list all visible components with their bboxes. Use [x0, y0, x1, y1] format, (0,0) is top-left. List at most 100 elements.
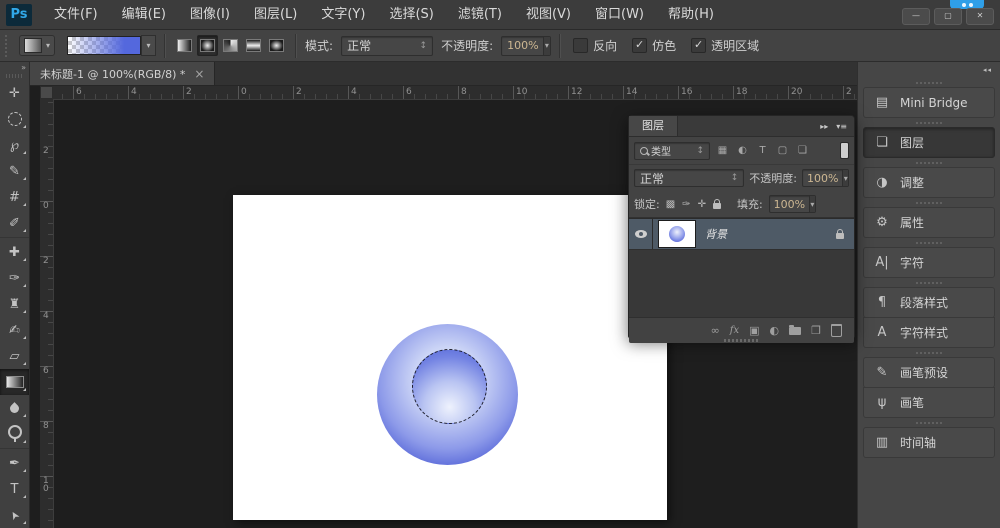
menu-image[interactable]: 图像(I): [178, 0, 242, 29]
menu-help[interactable]: 帮助(H): [656, 0, 726, 29]
vertical-ruler[interactable]: 2024681012: [40, 99, 54, 528]
gradient-type-reflected-button[interactable]: [243, 35, 264, 56]
lock-all-icon[interactable]: [712, 198, 721, 209]
new-group-icon[interactable]: [789, 324, 802, 335]
close-tab-icon[interactable]: ×: [194, 67, 204, 81]
menu-file[interactable]: 文件(F): [42, 0, 110, 29]
document-canvas[interactable]: [233, 195, 667, 520]
eyedropper-tool[interactable]: ✐: [0, 210, 29, 236]
dither-checkbox[interactable]: ✓: [632, 38, 648, 53]
close-button[interactable]: ✕: [966, 8, 994, 25]
dock-button-adjustments[interactable]: ◑ 调整: [863, 167, 995, 198]
layer-row[interactable]: 背景: [629, 219, 854, 250]
opacity-select[interactable]: 100% ▾: [501, 35, 552, 56]
drag-grip[interactable]: [863, 118, 995, 127]
gradient-type-linear-button[interactable]: [174, 35, 195, 56]
horizontal-ruler[interactable]: 6 4 2 0 2 4 6 8 10 12 14 16 18 20 2: [53, 86, 857, 100]
dock-collapse-icon[interactable]: ◂◂: [983, 66, 992, 74]
dock-button-layers[interactable]: ❏ 图层: [863, 127, 995, 158]
visibility-toggle[interactable]: [629, 219, 653, 249]
fill-select[interactable]: 100% ▾: [768, 195, 816, 213]
delete-layer-icon[interactable]: [831, 324, 842, 337]
healing-brush-tool[interactable]: ✚: [0, 239, 29, 265]
dock-button-timeline[interactable]: ▥ 时间轴: [863, 427, 995, 458]
filter-type-layers-icon[interactable]: T: [754, 143, 771, 159]
dock-button-character-styles[interactable]: A 字符样式: [863, 317, 995, 348]
move-tool[interactable]: ✛: [0, 80, 29, 106]
checkbox-reverse[interactable]: 反向: [573, 37, 617, 54]
options-bar-grip[interactable]: [5, 34, 11, 57]
drag-grip[interactable]: [863, 158, 995, 167]
elliptical-marquee-tool[interactable]: [0, 106, 29, 132]
filter-adjustment-layers-icon[interactable]: ◐: [734, 143, 751, 159]
path-selection-tool[interactable]: ➤: [0, 502, 29, 528]
gradient-picker-arrow-icon[interactable]: ▾: [141, 35, 157, 56]
panel-collapse-icon[interactable]: ▸▸: [820, 122, 828, 131]
menu-window[interactable]: 窗口(W): [583, 0, 656, 29]
checkbox-dither[interactable]: ✓ 仿色: [632, 37, 676, 54]
dock-button-brush[interactable]: ψ 画笔: [863, 387, 995, 418]
drag-grip[interactable]: [863, 418, 995, 427]
filter-toggle-switch[interactable]: [840, 142, 849, 159]
reverse-checkbox[interactable]: [573, 38, 589, 53]
menu-edit[interactable]: 编辑(E): [110, 0, 178, 29]
link-layers-icon[interactable]: ∞: [711, 325, 720, 336]
layers-panel-tab[interactable]: 图层: [629, 116, 678, 136]
add-mask-icon[interactable]: ▣: [749, 325, 759, 336]
new-layer-icon[interactable]: ❐: [811, 325, 821, 336]
lock-transparency-icon[interactable]: ▩: [666, 199, 675, 210]
eraser-tool[interactable]: ▱: [0, 343, 29, 369]
type-tool[interactable]: T: [0, 476, 29, 502]
panel-resize-grip[interactable]: [723, 339, 760, 342]
menu-view[interactable]: 视图(V): [514, 0, 583, 29]
gradient-tool[interactable]: [0, 369, 29, 395]
filter-pixel-layers-icon[interactable]: ▦: [714, 143, 731, 159]
document-tab[interactable]: 未标题-1 @ 100%(RGB/8) * ×: [30, 62, 216, 85]
dock-button-character[interactable]: A| 字符: [863, 247, 995, 278]
dock-button-paragraph-styles[interactable]: ¶ 段落样式: [863, 287, 995, 318]
menu-filter[interactable]: 滤镜(T): [446, 0, 514, 29]
filter-smart-objects-icon[interactable]: ❏: [794, 143, 811, 159]
mode-select[interactable]: 正常 ↕: [341, 35, 434, 56]
filter-type-select[interactable]: 类型 ↕: [634, 141, 710, 160]
menu-type[interactable]: 文字(Y): [309, 0, 377, 29]
panel-menu-icon[interactable]: ▾≡: [836, 122, 847, 131]
brush-tool[interactable]: ✑: [0, 265, 29, 291]
gradient-type-angle-button[interactable]: [220, 35, 241, 56]
ruler-origin-box[interactable]: [40, 86, 53, 99]
drag-grip[interactable]: [863, 78, 995, 87]
gradient-preview[interactable]: [67, 36, 142, 55]
toolbar-grip[interactable]: [6, 74, 23, 78]
filter-shape-layers-icon[interactable]: ▢: [774, 143, 791, 159]
gradient-type-diamond-button[interactable]: [266, 35, 287, 56]
menu-select[interactable]: 选择(S): [377, 0, 445, 29]
dodge-tool[interactable]: [0, 421, 29, 447]
dock-button-properties[interactable]: ⚙ 属性: [863, 207, 995, 238]
minimize-button[interactable]: —: [902, 8, 930, 25]
pen-tool[interactable]: ✒: [0, 450, 29, 476]
layer-effects-icon[interactable]: fx: [730, 325, 739, 336]
lock-position-icon[interactable]: ✛: [698, 199, 706, 210]
menu-layer[interactable]: 图层(L): [242, 0, 309, 29]
tool-preset-picker[interactable]: ▾: [19, 35, 56, 56]
dock-button-brush-presets[interactable]: ✎ 画笔预设: [863, 357, 995, 388]
drag-grip[interactable]: [863, 348, 995, 357]
blur-tool[interactable]: [0, 395, 29, 421]
drag-grip[interactable]: [863, 278, 995, 287]
maximize-button[interactable]: ▢: [934, 8, 962, 25]
toolbar-collapse-icon[interactable]: »: [0, 62, 29, 74]
blend-mode-select[interactable]: 正常 ↕: [634, 169, 745, 187]
quick-selection-tool[interactable]: ✎: [0, 158, 29, 184]
layer-opacity-select[interactable]: 100% ▾: [802, 169, 849, 187]
gradient-type-radial-button[interactable]: [197, 35, 219, 56]
history-brush-tool[interactable]: ✍: [0, 317, 29, 343]
transparency-checkbox[interactable]: ✓: [691, 38, 707, 53]
drag-grip[interactable]: [863, 238, 995, 247]
crop-tool[interactable]: #: [0, 184, 29, 210]
dock-button-mini-bridge[interactable]: ▤ Mini Bridge: [863, 87, 995, 118]
drag-grip[interactable]: [863, 198, 995, 207]
clone-stamp-tool[interactable]: ♜: [0, 291, 29, 317]
adjustment-layer-icon[interactable]: ◐: [770, 325, 780, 336]
checkbox-transparency[interactable]: ✓ 透明区域: [691, 37, 759, 54]
lock-pixels-icon[interactable]: ✑: [682, 199, 690, 210]
